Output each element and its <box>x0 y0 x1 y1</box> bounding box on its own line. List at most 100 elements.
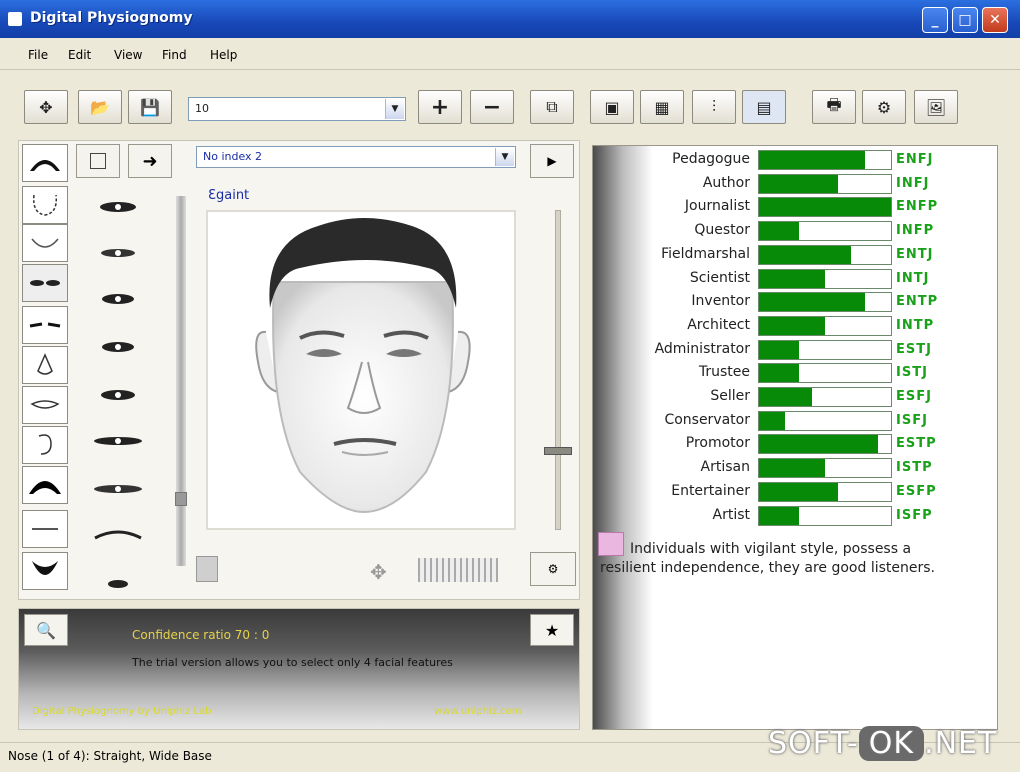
size-slider[interactable] <box>544 210 572 530</box>
feature-eyebrows-button[interactable] <box>22 306 68 344</box>
type-code: ESFJ <box>896 389 932 404</box>
zoom-out-button[interactable]: − <box>470 90 514 124</box>
feature-variant-5[interactable] <box>88 380 148 410</box>
type-score-bar <box>758 221 892 241</box>
open-button[interactable]: 📂 <box>78 90 122 124</box>
eye-variant-icon <box>100 202 136 212</box>
type-code: INFJ <box>896 176 930 191</box>
feature-variant-2[interactable] <box>88 238 148 268</box>
type-description: Individuals with vigilant style, possess… <box>600 541 935 576</box>
chart-view-button[interactable]: ⫶ <box>692 90 736 124</box>
play-button[interactable]: ▶ <box>530 144 574 178</box>
maximize-button[interactable]: □ <box>952 7 978 33</box>
footer-link[interactable]: www.uniphiz.com <box>434 706 522 717</box>
type-score-fill <box>759 175 839 193</box>
layer-icon[interactable] <box>196 556 218 582</box>
number-select[interactable]: 10 ▼ <box>188 97 406 121</box>
feature-eyes-button[interactable] <box>22 264 68 302</box>
feature-mouth-button[interactable] <box>22 386 68 424</box>
eyebrows-icon <box>29 322 61 328</box>
feature-nose-button[interactable] <box>22 346 68 384</box>
eye-variant-icon <box>94 485 142 493</box>
eye-variant-icon <box>102 294 134 304</box>
feature-hair-button[interactable] <box>22 144 68 182</box>
type-score-fill <box>759 246 852 264</box>
type-code: ENFP <box>896 199 939 214</box>
feature-chin-button[interactable] <box>22 224 68 262</box>
settings-button[interactable]: ⚙ <box>862 90 906 124</box>
type-code: ENFJ <box>896 152 934 167</box>
zoom-in-button[interactable]: + <box>418 90 462 124</box>
menu-view[interactable]: View <box>114 48 142 62</box>
menu-find[interactable]: Find <box>162 48 187 62</box>
type-score-bar <box>758 458 892 478</box>
square-view-button[interactable] <box>76 144 120 178</box>
menu-file[interactable]: File <box>28 48 48 62</box>
feature-variant-7[interactable] <box>88 474 148 504</box>
type-score-fill <box>759 293 865 311</box>
copy-button[interactable]: ⧉ <box>530 90 574 124</box>
feature-variant-3[interactable] <box>88 284 148 314</box>
type-score-fill <box>759 222 799 240</box>
next-feature-button[interactable]: ➜ <box>128 144 172 178</box>
type-score-bar <box>758 411 892 431</box>
trial-message: The trial version allows you to select o… <box>132 656 453 669</box>
feature-beard-button[interactable] <box>22 552 68 590</box>
face-canvas[interactable] <box>206 210 516 530</box>
feature-face-shape-button[interactable] <box>22 186 68 224</box>
move-tool-button[interactable]: ✥ <box>24 90 68 124</box>
type-score-fill <box>759 459 825 477</box>
type-score-fill <box>759 317 825 335</box>
close-button[interactable]: ✕ <box>982 7 1008 33</box>
report-view-button[interactable]: ▤ <box>742 90 786 124</box>
minimize-button[interactable]: _ <box>922 7 948 33</box>
watermark: SOFT- OK .NET <box>768 726 998 761</box>
beard-icon <box>32 561 58 575</box>
index-select[interactable]: No index 2 ▼ <box>196 146 516 168</box>
type-score-fill <box>759 270 825 288</box>
app-icon <box>8 12 22 26</box>
eye-variant-icon <box>102 342 134 352</box>
move-icon[interactable]: ✥ <box>370 560 387 584</box>
feature-hairstyle-button[interactable] <box>22 466 68 504</box>
star-icon: ★ <box>544 620 560 640</box>
hairstyle-icon <box>29 481 61 494</box>
feature-variant-1[interactable] <box>88 192 148 222</box>
type-score-bar <box>758 269 892 289</box>
info-button[interactable]: 🖼 <box>914 90 958 124</box>
feature-variant-9[interactable] <box>88 566 148 596</box>
grid-view-button[interactable]: ▦ <box>640 90 684 124</box>
single-view-button[interactable]: ▣ <box>590 90 634 124</box>
type-code: ESFP <box>896 484 937 499</box>
print-button[interactable]: 🖶 <box>812 90 856 124</box>
variant-scroll-thumb[interactable] <box>175 492 187 506</box>
zoom-button[interactable]: 🔍 <box>24 614 68 646</box>
position-slider[interactable] <box>418 558 498 582</box>
type-label: Administrator <box>654 341 750 357</box>
menu-edit[interactable]: Edit <box>68 48 91 62</box>
type-score-fill <box>759 364 799 382</box>
reset-button[interactable]: ⚙ <box>530 552 576 586</box>
feature-variant-6[interactable] <box>88 426 148 456</box>
type-score-bar <box>758 197 892 217</box>
ear-icon <box>38 434 52 455</box>
menu-help[interactable]: Help <box>210 48 237 62</box>
size-slider-thumb[interactable] <box>544 447 572 455</box>
confidence-heading: Confidence ratio 70 : 0 <box>132 628 270 642</box>
type-code: INTP <box>896 318 935 333</box>
feature-variant-4[interactable] <box>88 332 148 362</box>
type-code: ENTJ <box>896 247 934 262</box>
save-button[interactable]: 💾 <box>128 90 172 124</box>
feature-mustache-button[interactable] <box>22 510 68 548</box>
type-score-fill <box>759 151 865 169</box>
type-score-bar <box>758 482 892 502</box>
type-score-bar <box>758 340 892 360</box>
type-score-bar <box>758 387 892 407</box>
type-score-bar <box>758 506 892 526</box>
favorite-button[interactable]: ★ <box>530 614 574 646</box>
type-code: ENTP <box>896 294 939 309</box>
feature-ear-button[interactable] <box>22 426 68 464</box>
feature-variant-8[interactable] <box>88 520 148 550</box>
variant-scrollbar[interactable] <box>175 196 187 566</box>
type-code: INTJ <box>896 271 930 286</box>
